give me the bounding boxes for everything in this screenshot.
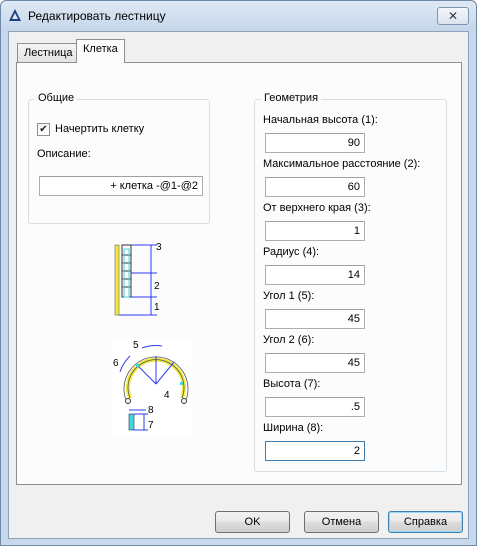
angle2-label: Угол 2 (6):: [263, 334, 315, 346]
help-button[interactable]: Справка: [388, 511, 463, 533]
title-bar: Редактировать лестницу ✕: [1, 1, 476, 31]
max-distance-label: Максимальное расстояние (2):: [263, 158, 421, 170]
angle1-field[interactable]: 45: [265, 309, 365, 329]
start-height-label: Начальная высота (1):: [263, 114, 378, 126]
width-label: Ширина (8):: [263, 422, 324, 434]
dimension-label-6: 6: [113, 358, 119, 369]
radius-field[interactable]: 14: [265, 265, 365, 285]
height-label: Высота (7):: [263, 378, 321, 390]
max-distance-field[interactable]: 60: [265, 177, 365, 197]
tab-cage[interactable]: Клетка: [76, 39, 125, 63]
angle1-label: Угол 1 (5):: [263, 290, 315, 302]
general-group-title: Общие: [35, 92, 78, 104]
dimension-label-5: 5: [133, 340, 139, 351]
autocad-triangle-icon: [9, 9, 21, 21]
geometry-group: Геометрия Начальная высота (1): 90 Макси…: [254, 92, 447, 472]
cage-top-diagram: 5 6 4 8 7: [112, 338, 192, 436]
checkmark-icon: ✔: [39, 124, 48, 135]
tab-ladder[interactable]: Лестница: [17, 43, 80, 62]
radius-label: Радиус (4):: [263, 246, 320, 258]
window-title: Редактировать лестницу: [28, 9, 166, 23]
start-height-field[interactable]: 90: [265, 133, 365, 153]
dimension-label-3: 3: [156, 242, 162, 253]
geometry-group-title: Геометрия: [261, 92, 322, 104]
general-group: Общие ✔ Начертить клетку Описание: + кле…: [28, 92, 210, 224]
cancel-button[interactable]: Отмена: [304, 511, 379, 533]
dimension-label-8: 8: [148, 405, 154, 416]
draw-cage-label[interactable]: Начертить клетку: [55, 123, 144, 135]
height-field[interactable]: .5: [265, 397, 365, 417]
description-field[interactable]: + клетка -@1-@2: [39, 176, 203, 196]
dialog-client-area: Лестница Клетка Общие ✔ Начертить клетку…: [8, 31, 469, 539]
angle2-field[interactable]: 45: [265, 353, 365, 373]
ok-button[interactable]: OK: [215, 511, 290, 533]
close-button[interactable]: ✕: [437, 7, 469, 25]
ladder-side-diagram: 3 2 1: [114, 242, 162, 316]
dimension-label-7: 7: [148, 420, 154, 431]
dimension-label-1: 1: [154, 302, 160, 313]
dimension-label-4: 4: [164, 390, 170, 401]
draw-cage-checkbox[interactable]: ✔: [37, 123, 50, 136]
dimension-label-2: 2: [154, 281, 160, 292]
from-top-field[interactable]: 1: [265, 221, 365, 241]
dialog-window: Редактировать лестницу ✕ Лестница Клетка…: [0, 0, 477, 546]
width-field[interactable]: 2: [265, 441, 365, 461]
tab-panel-cage: Общие ✔ Начертить клетку Описание: + кле…: [16, 62, 462, 485]
description-label: Описание:: [37, 148, 91, 160]
from-top-label: От верхнего края (3):: [263, 202, 371, 214]
